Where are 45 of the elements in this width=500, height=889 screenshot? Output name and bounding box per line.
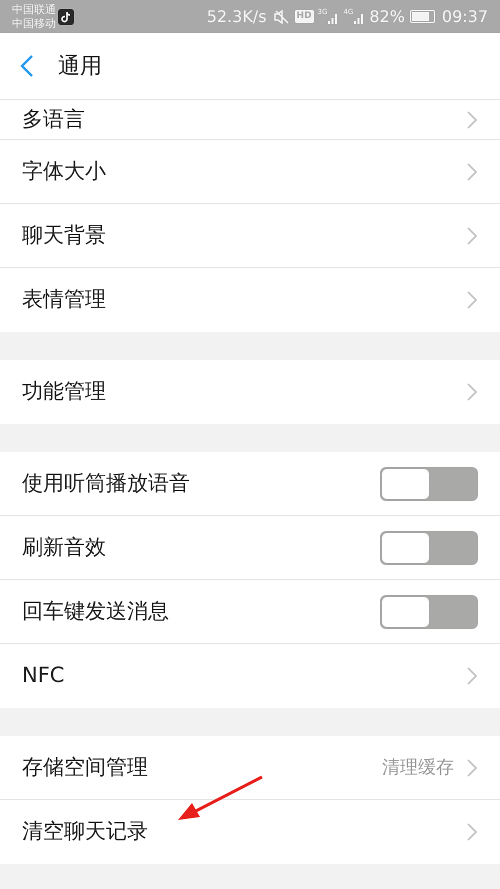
clock: 09:37 bbox=[442, 6, 488, 28]
back-icon[interactable] bbox=[20, 54, 34, 78]
settings-row[interactable]: 刷新音效 bbox=[0, 516, 500, 580]
toggle-switch[interactable] bbox=[380, 594, 478, 628]
chevron-right-icon bbox=[466, 382, 478, 402]
settings-row[interactable]: 表情管理 bbox=[0, 268, 500, 332]
chevron-right-icon bbox=[466, 162, 478, 182]
row-label: 清空聊天记录 bbox=[22, 818, 149, 846]
settings-row[interactable]: NFC bbox=[0, 644, 500, 708]
carrier-name: 中国联通 bbox=[12, 2, 56, 16]
chevron-right-icon bbox=[466, 226, 478, 246]
settings-row[interactable]: 存储空间管理 清理缓存 bbox=[0, 736, 500, 800]
settings-row[interactable]: 聊天背景 bbox=[0, 204, 500, 268]
settings-row[interactable]: 功能管理 bbox=[0, 360, 500, 424]
chevron-right-icon bbox=[466, 110, 478, 130]
settings-row[interactable]: 使用听筒播放语音 bbox=[0, 452, 500, 516]
settings-row[interactable]: 清空聊天记录 bbox=[0, 800, 500, 864]
row-value: 清理缓存 bbox=[382, 756, 454, 780]
row-label: 功能管理 bbox=[22, 378, 107, 406]
chevron-right-icon bbox=[466, 822, 478, 842]
hd-badge: HD bbox=[294, 10, 314, 23]
battery-percent: 82% bbox=[369, 6, 405, 28]
music-note-icon bbox=[58, 8, 74, 24]
page-title: 通用 bbox=[58, 52, 102, 80]
row-label: 多语言 bbox=[22, 106, 86, 133]
battery-icon bbox=[410, 10, 435, 23]
row-label: 存储空间管理 bbox=[22, 754, 149, 781]
network-speed: 52.3K/s bbox=[206, 6, 267, 28]
row-label: 刷新音效 bbox=[22, 534, 107, 561]
chevron-right-icon bbox=[466, 758, 478, 778]
settings-row[interactable]: 多语言 bbox=[0, 100, 500, 140]
row-label: NFC bbox=[22, 662, 66, 690]
settings-row[interactable]: 回车键发送消息 bbox=[0, 580, 500, 644]
row-label: 聊天背景 bbox=[22, 222, 107, 249]
toggle-switch[interactable] bbox=[380, 466, 478, 500]
toggle-switch[interactable] bbox=[380, 530, 478, 564]
row-label: 回车键发送消息 bbox=[22, 598, 170, 625]
row-label: 表情管理 bbox=[22, 286, 107, 314]
mute-icon bbox=[272, 8, 291, 24]
row-label: 字体大小 bbox=[22, 158, 107, 185]
row-label: 使用听筒播放语音 bbox=[22, 470, 191, 497]
chevron-right-icon bbox=[466, 666, 478, 686]
settings-row[interactable]: 字体大小 bbox=[0, 140, 500, 204]
carrier-name: 中国移动 bbox=[12, 16, 56, 30]
chevron-right-icon bbox=[466, 290, 478, 310]
